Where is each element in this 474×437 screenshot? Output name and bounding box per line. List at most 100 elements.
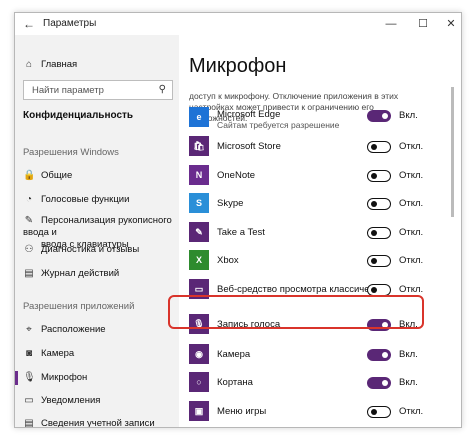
app-name: OneNote xyxy=(217,170,256,181)
toggle-knob xyxy=(370,172,377,179)
cortana-icon: ○ xyxy=(189,372,209,392)
sidebar-item-general[interactable]: 🔒 Общие xyxy=(23,170,72,181)
sidebar-item-account-info[interactable]: ▤ Сведения учетной записи xyxy=(23,418,155,428)
scrollbar[interactable] xyxy=(451,87,454,217)
app-toggle[interactable] xyxy=(367,198,391,210)
toggle-state-label: Откл. xyxy=(399,141,424,152)
close-button[interactable]: ✕ xyxy=(439,15,461,33)
sidebar-item-diagnostics[interactable]: ⚇ Диагностика и отзывы xyxy=(23,244,140,255)
lock-icon: 🔒 xyxy=(23,170,36,181)
section-app-permissions: Разрешения приложений xyxy=(23,301,135,312)
app-toggle[interactable] xyxy=(367,170,391,182)
sidebar-item-label: Журнал действий xyxy=(41,268,120,279)
sidebar-item-home[interactable]: ⌂ Главная xyxy=(23,59,77,70)
search-input[interactable]: Найти параметр ⚲ xyxy=(23,80,173,100)
sidebar-item-notifications[interactable]: ▭ Уведомления xyxy=(23,395,100,406)
onenote-icon: N xyxy=(189,165,209,185)
title-bar: ← Параметры — ☐ ✕ xyxy=(15,13,461,35)
search-icon[interactable]: ⚲ xyxy=(159,84,166,95)
toggle-knob xyxy=(382,380,388,386)
main-content: Микрофон доступ к микрофону. Отключение … xyxy=(179,35,461,427)
app-name: Кортана xyxy=(217,377,253,388)
app-row: ✎ Take a Test Откл. xyxy=(189,222,439,246)
toggle-knob xyxy=(370,257,377,264)
sidebar-item-label: Главная xyxy=(41,59,78,70)
minimize-button[interactable]: — xyxy=(379,15,403,33)
speech-icon: ◔ xyxy=(25,194,33,205)
search-placeholder: Найти параметр xyxy=(32,85,104,96)
camera-app-icon: ◉ xyxy=(189,344,209,364)
edge-icon: e xyxy=(189,107,209,127)
toggle-knob xyxy=(382,113,388,119)
settings-window: ← Параметры — ☐ ✕ ⌂ Главная Найти парамет… xyxy=(14,12,462,428)
app-name: Take a Test xyxy=(217,227,265,238)
app-row: ◉ Камера Вкл. xyxy=(189,344,439,368)
store-icon: 🛍 xyxy=(189,136,209,156)
app-toggle[interactable] xyxy=(367,377,391,389)
toggle-state-label: Откл. xyxy=(399,255,424,266)
app-row: S Skype Откл. xyxy=(189,193,439,217)
app-name: Microsoft Store xyxy=(217,141,281,152)
maximize-button[interactable]: ☐ xyxy=(411,15,435,33)
sidebar-item-activity[interactable]: ▤ Журнал действий xyxy=(23,268,119,279)
toggle-state-label: Откл. xyxy=(399,198,424,209)
section-windows-permissions: Разрешения Windows xyxy=(23,147,119,158)
sidebar-item-location[interactable]: ⌖ Расположение xyxy=(23,324,106,335)
app-toggle[interactable] xyxy=(367,141,391,153)
app-name: Skype xyxy=(217,198,244,209)
app-name: Меню игры xyxy=(217,406,267,417)
toggle-knob xyxy=(370,143,377,150)
toggle-state-label: Откл. xyxy=(399,406,424,417)
app-toggle[interactable] xyxy=(367,227,391,239)
app-name: Веб-средство просмотра классических xyxy=(217,284,389,295)
app-row: X Xbox Откл. xyxy=(189,250,439,274)
app-row: ○ Кортана Вкл. xyxy=(189,372,439,396)
app-row: e Microsoft Edge Сайтам требуется разрешен… xyxy=(189,107,439,131)
highlight-frame xyxy=(168,295,424,329)
skype-icon: S xyxy=(189,193,209,213)
app-name: Microsoft Edge xyxy=(217,109,281,120)
xbox-icon: X xyxy=(189,250,209,270)
toggle-state-label: Откл. xyxy=(399,284,424,295)
toggle-knob xyxy=(382,352,388,358)
app-row: N OneNote Откл. xyxy=(189,165,439,189)
toggle-state-label: Вкл. xyxy=(399,110,418,121)
toggle-state-label: Вкл. xyxy=(399,377,418,388)
diagnostics-icon: ⚇ xyxy=(24,244,34,255)
sidebar-item-speech[interactable]: ◔ Голосовые функции xyxy=(23,194,129,205)
take-a-test-icon: ✎ xyxy=(189,222,209,242)
app-row: ▣ Меню игры Откл. xyxy=(189,401,439,425)
app-toggle[interactable] xyxy=(367,349,391,361)
back-arrow-icon[interactable]: ← xyxy=(23,17,35,31)
sidebar-item-label: Камера xyxy=(41,348,75,359)
account-icon: ▤ xyxy=(24,418,34,428)
window-title: Параметры xyxy=(43,18,97,29)
app-name: Xbox xyxy=(217,255,239,266)
app-toggle[interactable] xyxy=(367,110,391,122)
home-icon: ⌂ xyxy=(25,59,33,70)
location-icon: ⌖ xyxy=(26,324,32,335)
microphone-icon: 🎙 xyxy=(23,372,36,383)
sidebar-item-camera[interactable]: ◙ Камера xyxy=(23,348,74,359)
app-toggle[interactable] xyxy=(367,406,391,418)
sidebar-item-microphone[interactable]: 🎙 Микрофон xyxy=(23,372,87,383)
sidebar-item-label: Сведения учетной записи xyxy=(41,418,155,428)
sidebar-item-label: Общие xyxy=(41,170,73,181)
sidebar-heading: Конфиденциальность xyxy=(23,110,134,121)
app-row: 🛍 Microsoft Store Откл. xyxy=(189,136,439,160)
toggle-state-label: Откл. xyxy=(399,170,424,181)
sidebar-item-label: Диагностика и отзывы xyxy=(41,244,140,255)
game-bar-icon: ▣ xyxy=(189,401,209,421)
toggle-state-label: Откл. xyxy=(399,227,424,238)
app-subtitle: Сайтам требуется разрешение xyxy=(217,120,340,130)
notifications-icon: ▭ xyxy=(24,395,34,406)
toggle-state-label: Вкл. xyxy=(399,349,418,360)
active-indicator xyxy=(15,371,18,385)
journal-icon: ▤ xyxy=(24,268,34,279)
toggle-knob xyxy=(370,286,377,293)
sidebar-item-label: Расположение xyxy=(41,324,106,335)
app-name: Камера xyxy=(217,349,251,360)
pen-icon: ✎ xyxy=(24,215,34,226)
app-toggle[interactable] xyxy=(367,255,391,267)
sidebar-item-label: Микрофон xyxy=(41,372,88,383)
